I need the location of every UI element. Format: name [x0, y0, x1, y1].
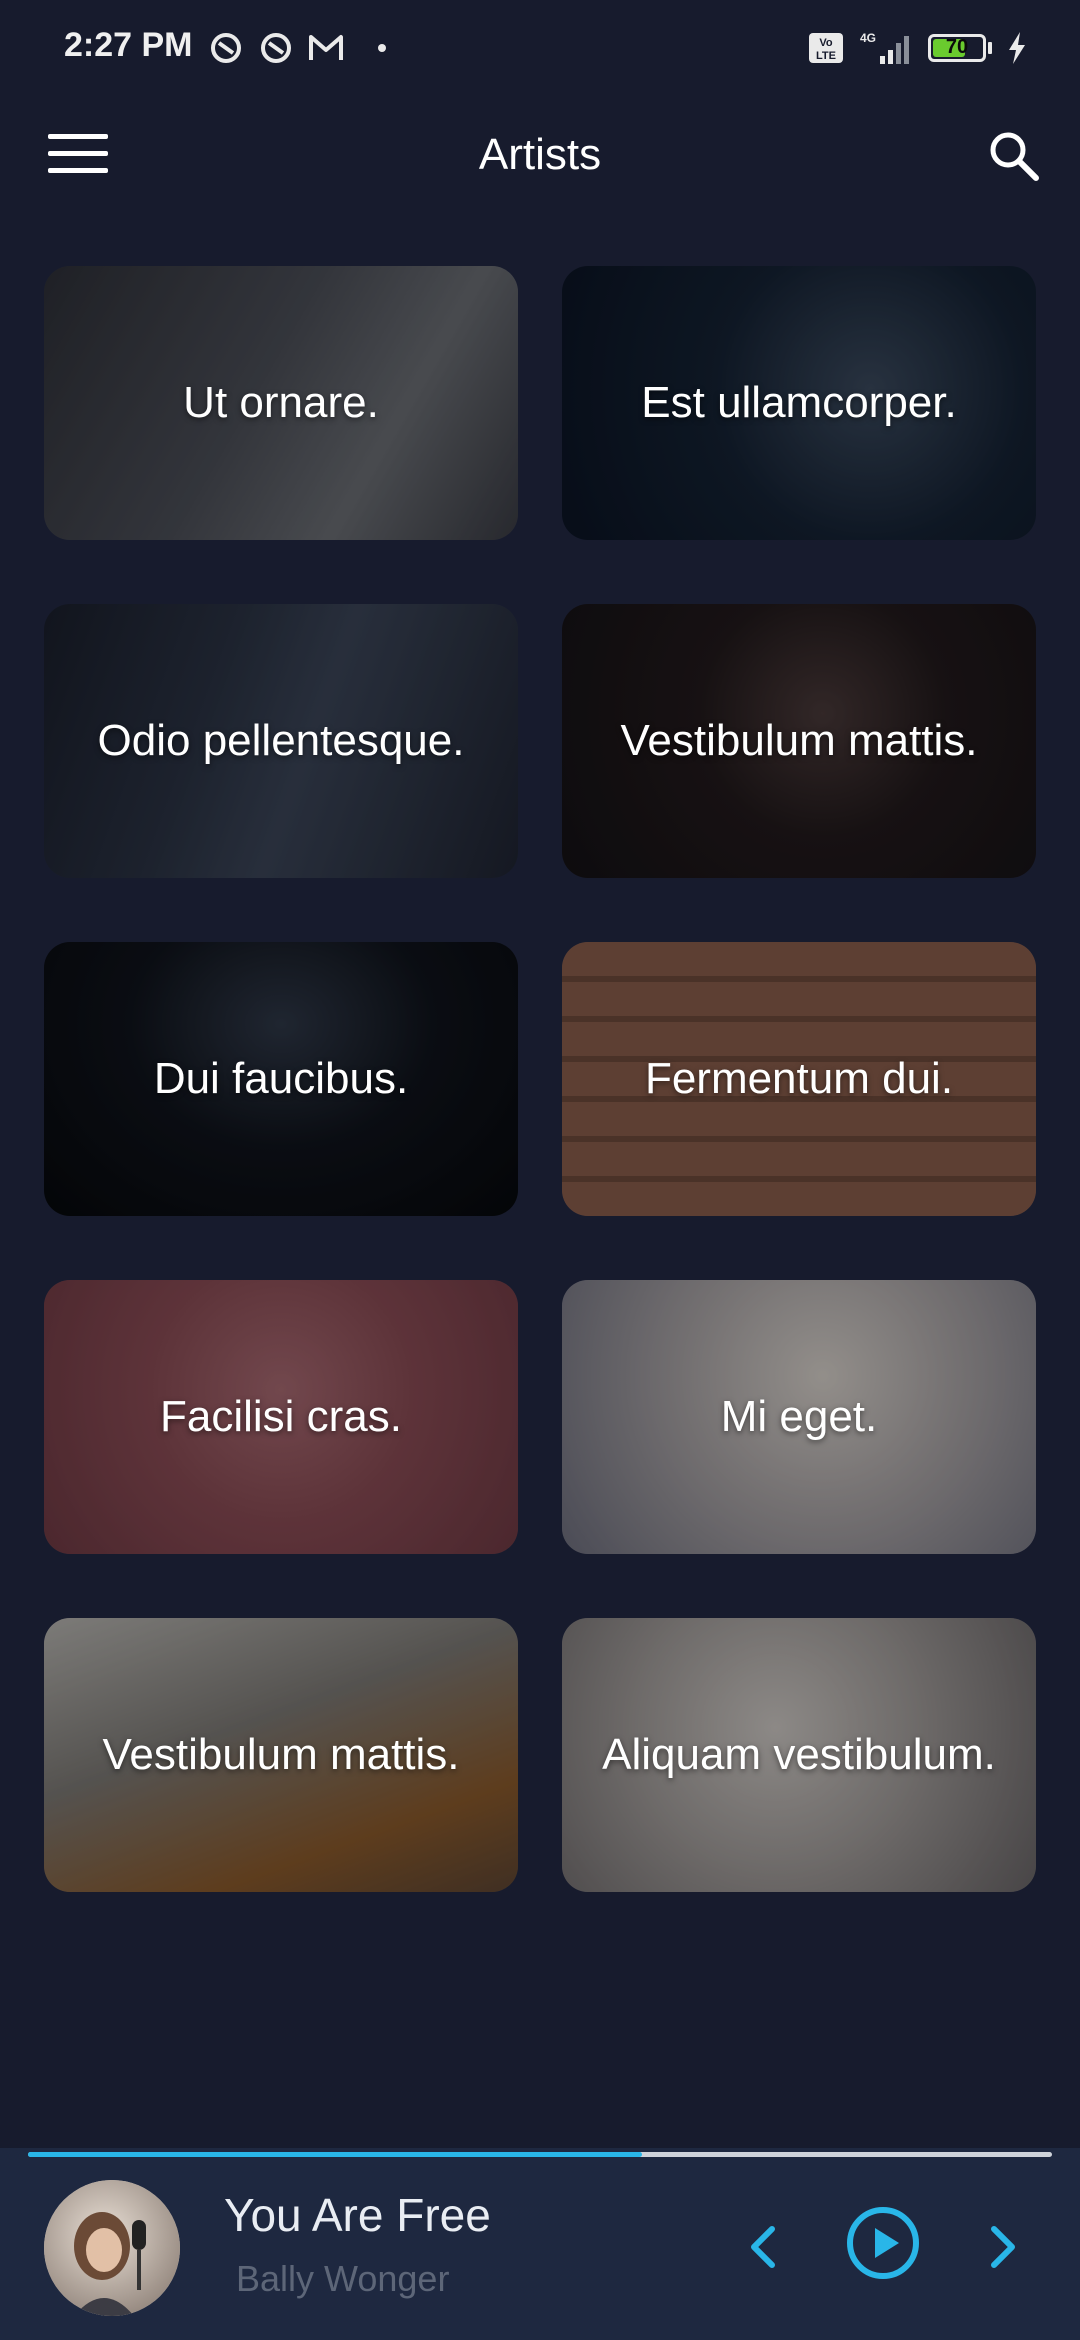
battery-icon: 70: [928, 34, 992, 62]
svg-text:4G: 4G: [860, 31, 876, 45]
charging-icon: [1006, 30, 1028, 66]
artist-name: Ut ornare.: [183, 378, 379, 427]
now-playing-artwork: [44, 2180, 180, 2316]
artist-card[interactable]: Aliquam vestibulum.: [562, 1618, 1036, 1892]
artist-name: Vestibulum mattis.: [102, 1730, 460, 1779]
status-icons-left: [208, 30, 386, 66]
artist-name: Est ullamcorper.: [641, 378, 957, 427]
app-notification-icon: [208, 30, 244, 66]
status-icons-right: Vo LTE 4G 70: [808, 30, 1028, 66]
battery-level-text: 70: [945, 36, 969, 58]
artist-grid: Ut ornare. Est ullamcorper. Odio pellent…: [44, 266, 1036, 1892]
svg-text:LTE: LTE: [816, 50, 836, 62]
artist-name: Facilisi cras.: [159, 1392, 403, 1441]
playback-progress-bar[interactable]: [28, 2152, 1052, 2157]
app-header: Artists: [0, 112, 1080, 202]
now-playing-artist: Bally Wonger: [236, 2258, 450, 2299]
artist-card[interactable]: Ut ornare.: [44, 266, 518, 540]
artist-name: Dui faucibus.: [153, 1054, 409, 1103]
4g-signal-icon: 4G: [858, 30, 914, 66]
dot-icon: [378, 44, 386, 52]
artist-card[interactable]: Facilisi cras.: [44, 1280, 518, 1554]
playback-progress-fill: [28, 2152, 643, 2157]
status-time: 2:27 PM: [64, 26, 193, 64]
page-title: Artists: [478, 130, 602, 179]
app-notification-icon: [258, 30, 294, 66]
volte-icon: Vo LTE: [808, 30, 844, 66]
chevron-left-icon[interactable]: [738, 2222, 788, 2272]
status-bar: 2:27 PM Vo LTE 4G 70: [0, 0, 1080, 96]
artist-name: Fermentum dui.: [644, 1054, 954, 1103]
artist-card[interactable]: Fermentum dui.: [562, 942, 1036, 1216]
artist-card[interactable]: Dui faucibus.: [44, 942, 518, 1216]
artist-card[interactable]: Vestibulum mattis.: [562, 604, 1036, 878]
artist-name: Odio pellentesque.: [97, 716, 465, 765]
artist-name: Vestibulum mattis.: [620, 716, 978, 765]
now-playing-bar[interactable]: You Are Free Bally Wonger: [0, 2148, 1080, 2340]
artist-card[interactable]: Est ullamcorper.: [562, 266, 1036, 540]
svg-text:Vo: Vo: [819, 37, 833, 49]
gmail-icon: [308, 30, 344, 66]
search-icon[interactable]: [984, 126, 1044, 186]
chevron-right-icon[interactable]: [978, 2222, 1028, 2272]
now-playing-title: You Are Free: [224, 2189, 491, 2241]
artist-card[interactable]: Vestibulum mattis.: [44, 1618, 518, 1892]
play-circle-icon[interactable]: [846, 2206, 920, 2280]
artist-name: Mi eget.: [720, 1392, 878, 1441]
artist-card[interactable]: Mi eget.: [562, 1280, 1036, 1554]
artist-card[interactable]: Odio pellentesque.: [44, 604, 518, 878]
artist-name: Aliquam vestibulum.: [602, 1730, 996, 1779]
